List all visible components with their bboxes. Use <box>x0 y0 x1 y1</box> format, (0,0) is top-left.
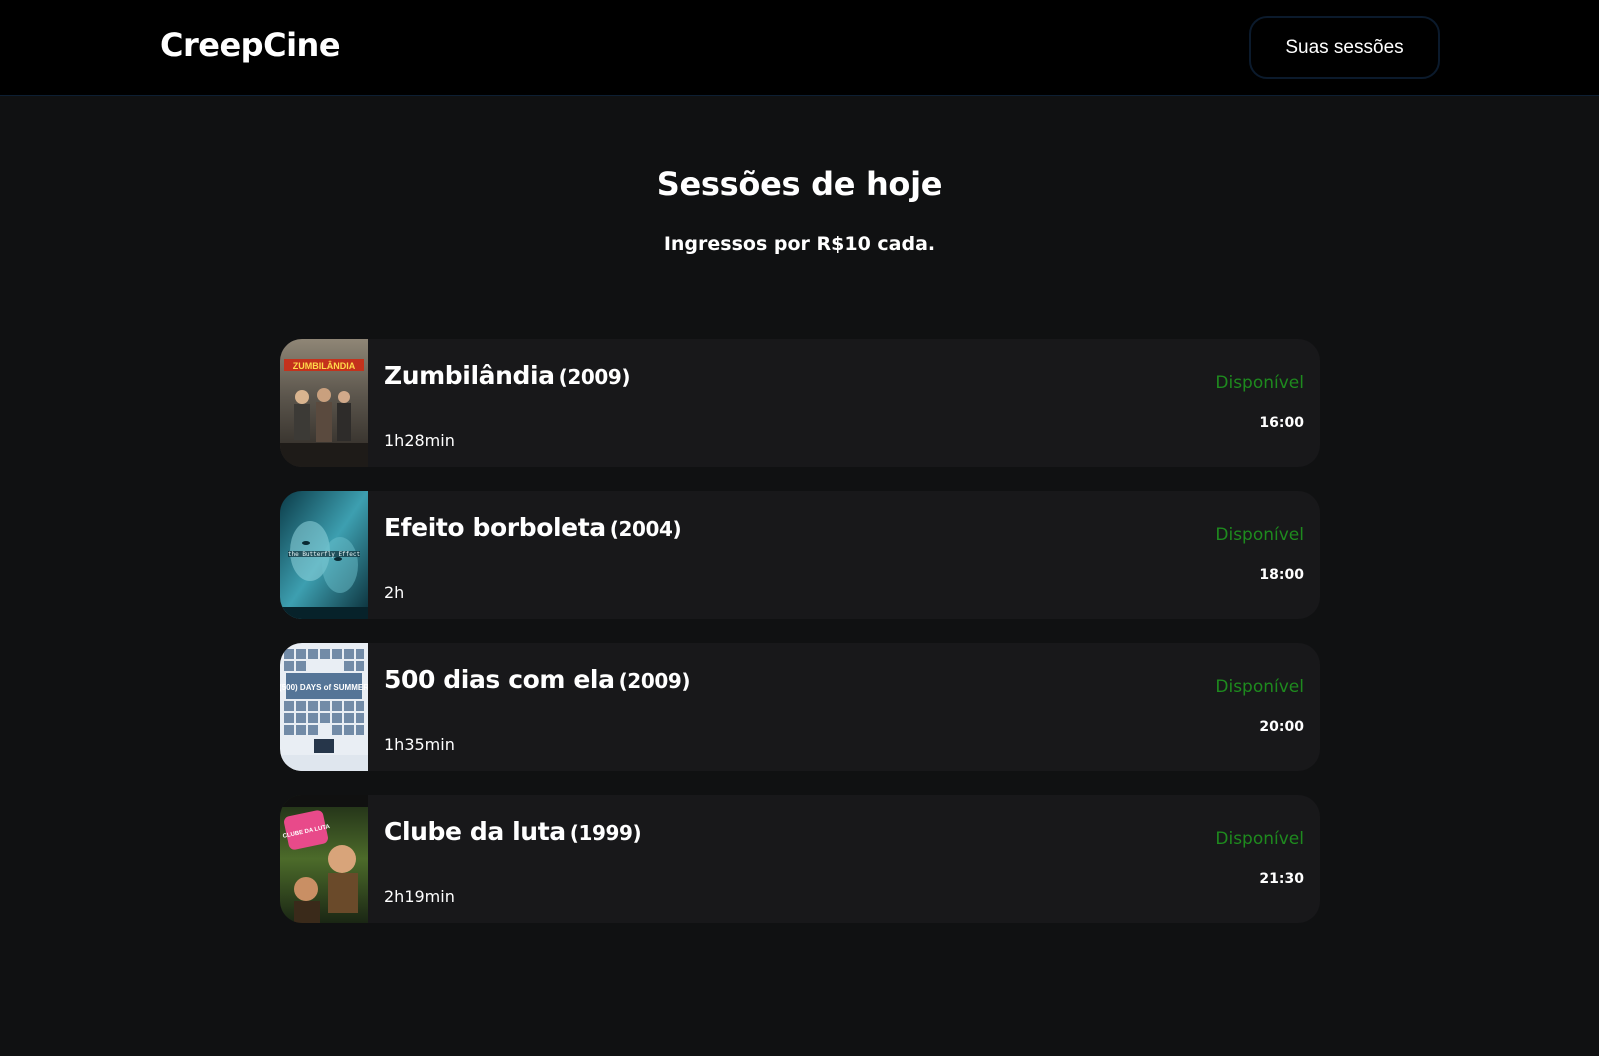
poster-title-text: the Butterfly Effect <box>288 551 361 558</box>
session-card[interactable]: (500) DAYS of SUMMER 500 dias com ela (20… <box>280 643 1320 771</box>
movie-year: (2009) <box>618 669 691 693</box>
brand-logo[interactable]: CreepCine <box>160 26 341 64</box>
status-badge: Disponível <box>1215 829 1304 849</box>
movie-poster: ZUMBILÂNDIA <box>280 339 368 467</box>
movie-title: Efeito borboleta (2004) <box>384 513 682 542</box>
movie-title-text: Clube da luta <box>384 817 566 846</box>
movie-duration: 2h19min <box>384 887 455 906</box>
status-badge: Disponível <box>1215 677 1304 697</box>
top-navbar: CreepCine Suas sessões <box>0 0 1599 96</box>
page-title: Sessões de hoje <box>656 165 943 203</box>
status-badge: Disponível <box>1215 373 1304 393</box>
status-badge: Disponível <box>1215 525 1304 545</box>
movie-title-text: 500 dias com ela <box>384 665 615 694</box>
session-time: 18:00 <box>1259 567 1304 583</box>
session-card[interactable]: CLUBE DA LUTA Clube da luta (1999) 2h19mi… <box>280 795 1320 923</box>
movie-title-text: Zumbilândia <box>384 361 555 390</box>
session-time: 20:00 <box>1259 719 1304 735</box>
session-time: 16:00 <box>1259 415 1304 431</box>
movie-title-text: Efeito borboleta <box>384 513 606 542</box>
movie-title: Zumbilândia (2009) <box>384 361 631 390</box>
movie-year: (2004) <box>609 517 682 541</box>
session-time: 21:30 <box>1259 871 1304 887</box>
session-list: ZUMBILÂNDIA Zumbilândia (2009) 1h28min Di… <box>280 339 1320 947</box>
movie-duration: 1h28min <box>384 431 455 450</box>
session-card[interactable]: the Butterfly Effect Efeito borboleta (20… <box>280 491 1320 619</box>
poster-title-text: (500) DAYS of SUMMER <box>280 683 368 692</box>
movie-duration: 2h <box>384 583 405 602</box>
movie-poster: (500) DAYS of SUMMER <box>280 643 368 771</box>
movie-year: (2009) <box>558 365 631 389</box>
movie-poster: the Butterfly Effect <box>280 491 368 619</box>
movie-duration: 1h35min <box>384 735 455 754</box>
movie-title: Clube da luta (1999) <box>384 817 642 846</box>
movie-poster: CLUBE DA LUTA <box>280 795 368 923</box>
session-card[interactable]: ZUMBILÂNDIA Zumbilândia (2009) 1h28min Di… <box>280 339 1320 467</box>
your-sessions-button[interactable]: Suas sessões <box>1249 16 1440 79</box>
movie-year: (1999) <box>569 821 642 845</box>
poster-title-text: ZUMBILÂNDIA <box>293 360 356 371</box>
movie-title: 500 dias com ela (2009) <box>384 665 691 694</box>
page-subtitle: Ingressos por R$10 cada. <box>663 233 936 255</box>
